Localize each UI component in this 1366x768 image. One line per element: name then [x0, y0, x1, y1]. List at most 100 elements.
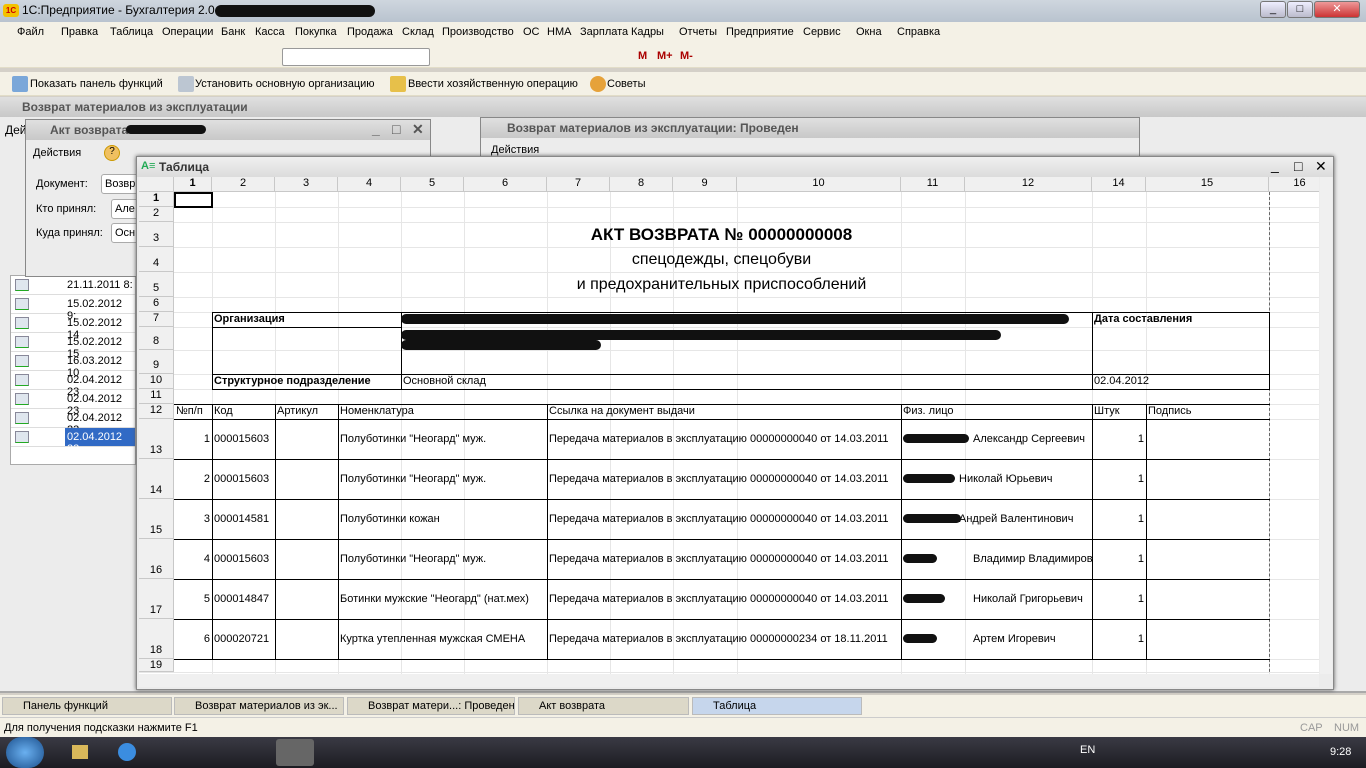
list-date[interactable]: 21.11.2011 8: — [65, 276, 135, 294]
list-row[interactable]: 15.02.2012 15 — [11, 333, 135, 360]
window-tab[interactable]: Панель функций — [2, 697, 172, 715]
column-header[interactable]: 7 — [547, 177, 610, 192]
table-maximize-button[interactable]: □ — [1294, 158, 1302, 174]
list-date[interactable]: 15.02.2012 14 — [65, 314, 135, 341]
column-header[interactable]: 9 — [673, 177, 737, 192]
act-actions-menu[interactable]: Действия — [33, 147, 81, 159]
column-header[interactable]: 11 — [901, 177, 965, 192]
column-header[interactable]: 16 — [1269, 177, 1319, 192]
1c-taskbar-button[interactable] — [276, 739, 314, 766]
column-header[interactable]: 1 — [174, 177, 212, 192]
row-header[interactable]: 7 — [139, 312, 174, 327]
menu-3[interactable]: Операции — [162, 26, 213, 38]
language-indicator[interactable]: EN — [1080, 744, 1095, 756]
column-header[interactable]: 8 — [610, 177, 673, 192]
list-date[interactable]: 15.02.2012 15 — [65, 333, 135, 360]
memory-button[interactable]: M — [638, 50, 647, 62]
row-header[interactable]: 3 — [139, 222, 174, 247]
column-header[interactable]: 4 — [338, 177, 401, 192]
column-header[interactable]: 10 — [737, 177, 901, 192]
row-header[interactable]: 8 — [139, 327, 174, 350]
document-list[interactable]: 21.11.2011 8: 15.02.2012 9: 15.02.2012 14 1… — [10, 275, 136, 465]
menu-0[interactable]: Файл — [17, 26, 44, 38]
menu-16[interactable]: Сервис — [803, 26, 841, 38]
row-header[interactable]: 16 — [139, 539, 174, 579]
row-header[interactable]: 5 — [139, 272, 174, 297]
row-header[interactable]: 9 — [139, 350, 174, 374]
menu-18[interactable]: Справка — [897, 26, 940, 38]
spreadsheet[interactable]: 1 2 3 4 5 6 7 8 9 10 11 12 14 15 16 1 2 3 4 5 6 7 8 9 10 11 12 13 14… — [139, 177, 1319, 674]
list-date[interactable]: 02.04.2012 23 — [65, 371, 135, 398]
enter-operation-button[interactable]: Ввести хозяйственную операцию — [408, 78, 578, 90]
memory-plus-button[interactable]: M+ — [657, 50, 673, 62]
column-header[interactable]: 14 — [1092, 177, 1146, 192]
show-panel-button[interactable]: Показать панель функций — [30, 78, 163, 90]
menu-12[interactable]: Зарплата — [580, 26, 628, 38]
column-header[interactable]: 5 — [401, 177, 464, 192]
table-minimize-button[interactable]: _ — [1271, 157, 1279, 173]
list-row[interactable]: 02.04.2012 23 — [11, 371, 135, 398]
posted-actions-menu[interactable]: Действия — [491, 144, 539, 156]
column-header[interactable]: 6 — [464, 177, 547, 192]
list-date[interactable]: 02.04.2012 23 — [65, 428, 135, 455]
list-row[interactable]: 21.11.2011 8: — [11, 276, 135, 295]
window-tab[interactable]: Возврат материалов из эк... — [174, 697, 344, 715]
row-header[interactable]: 6 — [139, 297, 174, 312]
active-cell[interactable] — [174, 192, 213, 208]
column-header[interactable]: 12 — [965, 177, 1092, 192]
menu-2[interactable]: Таблица — [110, 26, 153, 38]
help-icon[interactable]: ? — [104, 145, 120, 161]
menu-6[interactable]: Покупка — [295, 26, 337, 38]
list-date[interactable]: 02.04.2012 23 — [65, 390, 135, 417]
menu-10[interactable]: ОС — [523, 26, 540, 38]
menu-15[interactable]: Предприятие — [726, 26, 794, 38]
row-header[interactable]: 1 — [139, 192, 174, 207]
window-tab[interactable]: Таблица — [692, 697, 862, 715]
list-row[interactable]: 02.04.2012 23 — [11, 390, 135, 417]
menu-13[interactable]: Кадры — [631, 26, 664, 38]
minimize-button[interactable]: _ — [1260, 1, 1286, 18]
horizontal-scrollbar[interactable] — [139, 674, 1319, 687]
list-row[interactable]: 15.02.2012 14 — [11, 314, 135, 341]
row-header[interactable]: 2 — [139, 207, 174, 222]
column-header[interactable]: 2 — [212, 177, 275, 192]
list-row[interactable]: 16.03.2012 10 — [11, 352, 135, 379]
column-header[interactable]: 15 — [1146, 177, 1269, 192]
row-header[interactable]: 14 — [139, 459, 174, 499]
row-header[interactable]: 12 — [139, 404, 174, 419]
menu-4[interactable]: Банк — [221, 26, 245, 38]
row-header[interactable]: 13 — [139, 419, 174, 459]
set-org-button[interactable]: Установить основную организацию — [195, 78, 375, 90]
search-input[interactable] — [282, 48, 430, 66]
window-tab[interactable]: Акт возврата — [518, 697, 689, 715]
list-row[interactable]: 02.04.2012 23 — [11, 409, 135, 436]
row-header[interactable]: 11 — [139, 389, 174, 404]
act-maximize-button[interactable]: □ — [392, 121, 400, 137]
row-header[interactable]: 18 — [139, 619, 174, 659]
menu-11[interactable]: НМА — [547, 26, 571, 38]
tips-button[interactable]: Советы — [607, 78, 645, 90]
window-tab[interactable]: Возврат матери...: Проведен — [347, 697, 515, 715]
memory-minus-button[interactable]: M- — [680, 50, 693, 62]
menu-9[interactable]: Производство — [442, 26, 514, 38]
row-header[interactable]: 4 — [139, 247, 174, 272]
act-close-button[interactable]: ✕ — [412, 121, 424, 138]
maximize-button[interactable]: □ — [1287, 1, 1313, 18]
column-header[interactable]: 3 — [275, 177, 338, 192]
list-date[interactable]: 15.02.2012 9: — [65, 295, 135, 322]
menu-5[interactable]: Касса — [255, 26, 285, 38]
menu-1[interactable]: Правка — [61, 26, 98, 38]
row-header[interactable]: 17 — [139, 579, 174, 619]
start-button[interactable] — [6, 737, 44, 768]
list-date[interactable]: 02.04.2012 23 — [65, 409, 135, 436]
row-header[interactable]: 10 — [139, 374, 174, 389]
close-button[interactable]: ✕ — [1314, 1, 1360, 18]
explorer-icon[interactable] — [72, 745, 88, 759]
row-header[interactable]: 19 — [139, 659, 174, 672]
list-row[interactable]: 02.04.2012 23 — [11, 428, 135, 455]
menu-14[interactable]: Отчеты — [679, 26, 717, 38]
vertical-scrollbar[interactable] — [1320, 177, 1332, 674]
menu-7[interactable]: Продажа — [347, 26, 393, 38]
list-date[interactable]: 16.03.2012 10 — [65, 352, 135, 379]
table-close-button[interactable]: ✕ — [1315, 158, 1327, 175]
